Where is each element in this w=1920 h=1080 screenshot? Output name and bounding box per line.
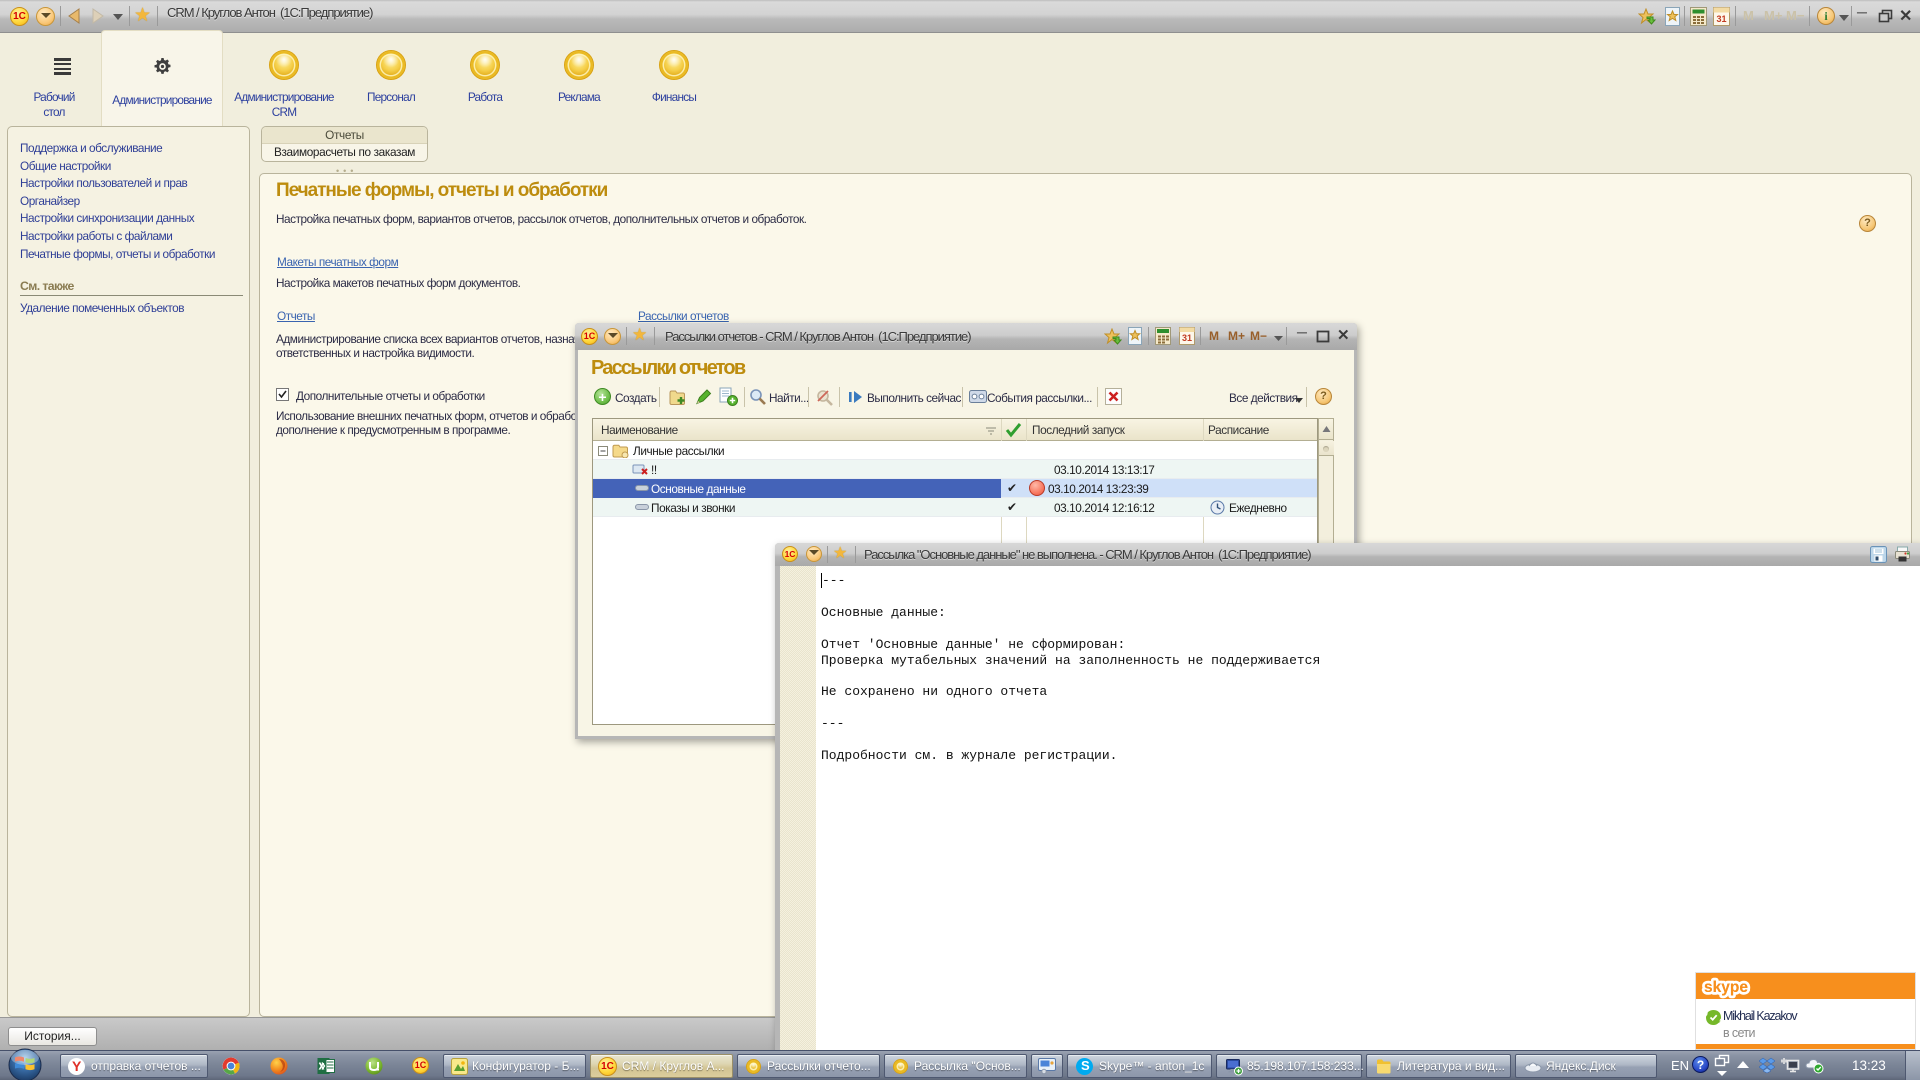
- svg-text:31: 31: [1182, 333, 1192, 343]
- svg-text:skype: skype: [1704, 979, 1748, 996]
- svg-text:31: 31: [1716, 14, 1726, 24]
- svg-text:X: X: [318, 1062, 324, 1072]
